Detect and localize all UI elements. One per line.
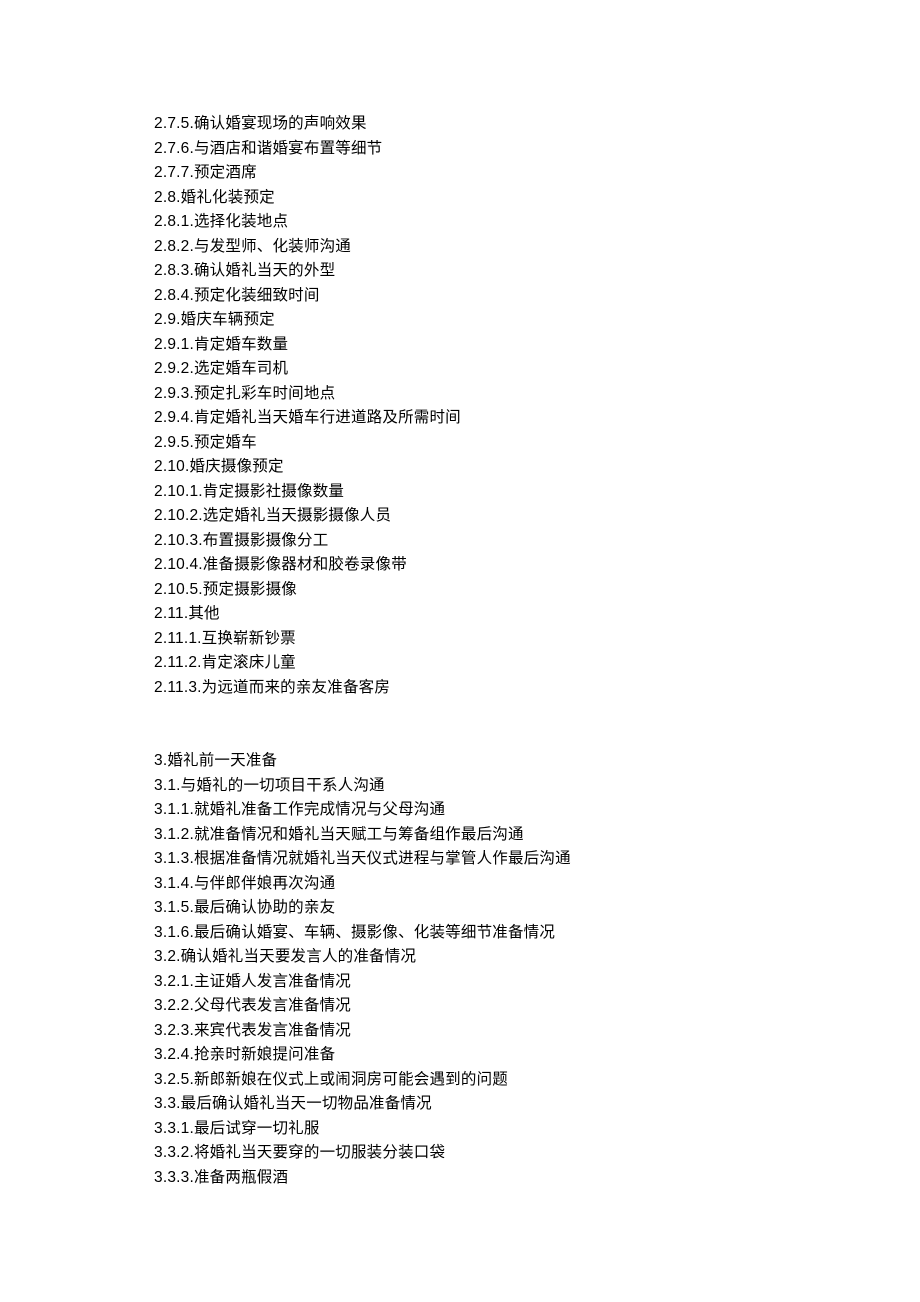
outline-item: 3.1.2.就准备情况和婚礼当天赋工与筹备组作最后沟通	[154, 823, 920, 848]
outline-item: 3.2.4.抢亲时新娘提问准备	[154, 1043, 920, 1068]
outline-item: 2.11.2.肯定滚床儿童	[154, 651, 920, 676]
outline-item: 2.10.3.布置摄影摄像分工	[154, 529, 920, 554]
outline-item: 2.10.4.准备摄影像器材和胶卷录像带	[154, 553, 920, 578]
outline-item: 2.9.5.预定婚车	[154, 431, 920, 456]
outline-item: 2.10.1.肯定摄影社摄像数量	[154, 480, 920, 505]
outline-item: 3.2.3.来宾代表发言准备情况	[154, 1019, 920, 1044]
outline-item: 2.10.婚庆摄像预定	[154, 455, 920, 480]
outline-item: 2.9.2.选定婚车司机	[154, 357, 920, 382]
outline-item: 2.7.6.与酒店和谐婚宴布置等细节	[154, 137, 920, 162]
outline-item: 2.8.1.选择化装地点	[154, 210, 920, 235]
outline-item: 3.1.6.最后确认婚宴、车辆、摄影像、化装等细节准备情况	[154, 921, 920, 946]
outline-item: 2.10.2.选定婚礼当天摄影摄像人员	[154, 504, 920, 529]
outline-item: 3.3.最后确认婚礼当天一切物品准备情况	[154, 1092, 920, 1117]
outline-item: 3.3.3.准备两瓶假酒	[154, 1166, 920, 1191]
outline-item: 2.8.2.与发型师、化装师沟通	[154, 235, 920, 260]
outline-item: 3.婚礼前一天准备	[154, 749, 920, 774]
outline-item: 2.8.3.确认婚礼当天的外型	[154, 259, 920, 284]
outline-item: 3.1.3.根据准备情况就婚礼当天仪式进程与掌管人作最后沟通	[154, 847, 920, 872]
outline-item: 2.9.婚庆车辆预定	[154, 308, 920, 333]
outline-item: 2.10.5.预定摄影摄像	[154, 578, 920, 603]
outline-item: 3.1.与婚礼的一切项目干系人沟通	[154, 774, 920, 799]
outline-item: 2.11.1.互换崭新钞票	[154, 627, 920, 652]
outline-item: 2.8.4.预定化装细致时间	[154, 284, 920, 309]
outline-item: 3.2.5.新郎新娘在仪式上或闹洞房可能会遇到的问题	[154, 1068, 920, 1093]
outline-item: 2.7.7.预定酒席	[154, 161, 920, 186]
outline-item: 3.2.1.主证婚人发言准备情况	[154, 970, 920, 995]
outline-item: 2.9.3.预定扎彩车时间地点	[154, 382, 920, 407]
outline-item: 3.2.2.父母代表发言准备情况	[154, 994, 920, 1019]
outline-item: 3.1.5.最后确认协助的亲友	[154, 896, 920, 921]
document-page: 2.7.5.确认婚宴现场的声响效果 2.7.6.与酒店和谐婚宴布置等细节 2.7…	[0, 0, 920, 1190]
outline-item: 3.2.确认婚礼当天要发言人的准备情况	[154, 945, 920, 970]
outline-item: 3.1.1.就婚礼准备工作完成情况与父母沟通	[154, 798, 920, 823]
outline-item: 3.3.2.将婚礼当天要穿的一切服装分装口袋	[154, 1141, 920, 1166]
outline-item: 2.8.婚礼化装预定	[154, 186, 920, 211]
outline-item: 2.11.其他	[154, 602, 920, 627]
outline-item: 3.3.1.最后试穿一切礼服	[154, 1117, 920, 1142]
outline-item: 2.7.5.确认婚宴现场的声响效果	[154, 112, 920, 137]
outline-item: 2.9.1.肯定婚车数量	[154, 333, 920, 358]
outline-item: 2.11.3.为远道而来的亲友准备客房	[154, 676, 920, 701]
outline-item: 2.9.4.肯定婚礼当天婚车行进道路及所需时间	[154, 406, 920, 431]
outline-item: 3.1.4.与伴郎伴娘再次沟通	[154, 872, 920, 897]
section-gap	[154, 700, 920, 749]
